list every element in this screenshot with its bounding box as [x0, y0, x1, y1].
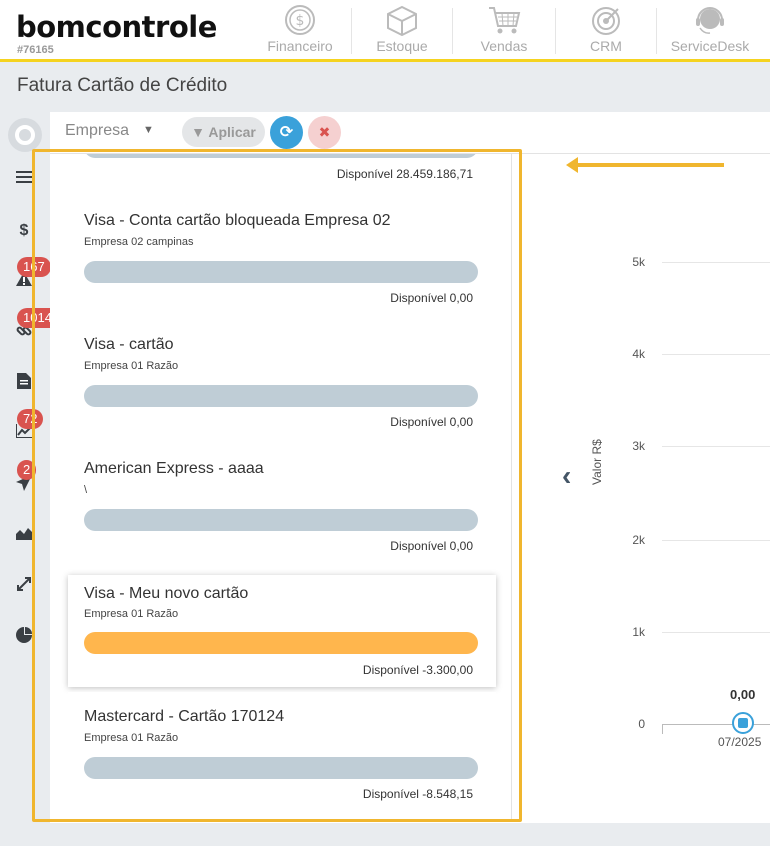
usage-bar: [84, 261, 478, 283]
nav-label: CRM: [590, 38, 622, 54]
available-amount: Disponível -3.300,00: [362, 663, 473, 677]
nav-estoque[interactable]: Estoque: [368, 4, 436, 58]
nav-label: Vendas: [480, 38, 528, 54]
y-axis-label: Valor R$: [590, 439, 604, 485]
expand-icon[interactable]: [14, 577, 34, 597]
card-item[interactable]: Visa - Conta cartão bloqueada Empresa 02…: [68, 196, 496, 314]
card-item[interactable]: American Express - aaaa \ Disponível 0,0…: [68, 444, 496, 562]
bar-marker[interactable]: [732, 712, 754, 734]
nav-servicedesk[interactable]: ServiceDesk: [668, 4, 752, 58]
apply-label: Aplicar: [208, 124, 256, 140]
grid-line: [662, 446, 770, 447]
card-name: American Express - aaaa: [84, 460, 264, 477]
title-bar: Fatura Cartão de Crédito: [0, 65, 770, 112]
arrow-shaft: [574, 163, 724, 167]
card-list[interactable]: Disponível 28.459.186,71 Visa - Conta ca…: [52, 154, 512, 819]
card-item-selected[interactable]: Visa - Meu novo cartão Empresa 01 Razão …: [68, 575, 496, 687]
empresa-select[interactable]: Empresa: [65, 122, 129, 140]
card-company: \: [84, 484, 88, 496]
available-amount: Disponível 0,00: [390, 539, 473, 553]
brand-logo[interactable]: bomcontrole: [16, 12, 217, 42]
grid-line: [662, 632, 770, 633]
available-amount: Disponível -8.548,15: [362, 787, 473, 801]
usage-bar: [84, 757, 478, 779]
usage-bar: [84, 385, 478, 407]
svg-text:$: $: [296, 13, 305, 29]
nav-label: Financeiro: [267, 38, 333, 54]
box-icon: [387, 5, 417, 36]
card-item[interactable]: Disponível 28.459.186,71: [68, 154, 496, 184]
reports-badge: 72: [17, 409, 44, 429]
card-company: Empresa 01 Razão: [84, 732, 179, 744]
invoice-chart: ‹ Valor R$ 5k 4k 3k 2k 1k 0 0,00 07/2025: [530, 155, 770, 823]
available-amount: Disponível 0,00: [390, 415, 473, 429]
card-item[interactable]: Mastercard - Cartão 170124 Empresa 01 Ra…: [68, 692, 496, 810]
grid-line: [662, 540, 770, 541]
usage-bar: [84, 154, 478, 158]
filter-bar: Empresa ▼ ▼ Aplicar ⟳ ✖: [50, 112, 770, 154]
dollar-icon[interactable]: $: [14, 221, 34, 241]
nav-crm[interactable]: CRM: [572, 4, 640, 58]
card-name: Mastercard - Cartão 170124: [84, 708, 285, 725]
grid-line: [662, 354, 770, 355]
refresh-icon: ⟳: [279, 124, 294, 141]
top-header: bomcontrole #76165 $ Financeiro Estoque …: [0, 0, 770, 62]
apply-filter-button[interactable]: ▼ Aplicar: [182, 117, 265, 147]
sent-badge: 2: [17, 460, 37, 480]
y-tick: 1k: [632, 625, 645, 639]
page-title: Fatura Cartão de Crédito: [17, 75, 228, 96]
available-amount: Disponível 28.459.186,71: [336, 167, 473, 181]
nav-vendas[interactable]: Vendas: [470, 4, 538, 58]
nav-divider: [656, 8, 657, 54]
clear-filter-button[interactable]: ✖: [308, 116, 341, 149]
chevron-down-icon[interactable]: ▼: [143, 124, 154, 136]
x-tick: 07/2025: [718, 735, 762, 749]
left-sidebar: $ 167 10143 72 2: [0, 112, 66, 823]
dollar-coin-icon: $: [285, 5, 315, 35]
nav-divider: [555, 8, 556, 54]
nav-label: ServiceDesk: [670, 38, 750, 54]
y-tick: 5k: [632, 255, 645, 269]
nav-label: Estoque: [376, 38, 428, 54]
brand-mark-icon: [15, 125, 35, 145]
data-label: 0,00: [730, 687, 756, 702]
card-name: Visa - cartão: [84, 336, 174, 353]
usage-bar: [84, 632, 478, 654]
card-company: Empresa 01 Razão: [84, 608, 179, 620]
refresh-button[interactable]: ⟳: [270, 116, 303, 149]
card-item[interactable]: Visa - cartão Empresa 01 Razão Disponíve…: [68, 320, 496, 438]
card-name: Visa - Conta cartão bloqueada Empresa 02: [84, 212, 391, 229]
y-tick: 2k: [632, 533, 645, 547]
menu-list-icon[interactable]: [14, 170, 34, 190]
area-chart-icon[interactable]: [14, 526, 34, 546]
nav-financeiro[interactable]: $ Financeiro: [266, 4, 334, 58]
sidebar-toggle-button[interactable]: [8, 118, 42, 152]
document-icon[interactable]: [14, 373, 34, 393]
filter-icon: ▼: [191, 124, 209, 140]
grid-line: [662, 262, 770, 263]
card-company: Empresa 01 Razão: [84, 360, 179, 372]
account-number: #76165: [17, 44, 54, 56]
card-name: Visa - Meu novo cartão: [84, 585, 249, 602]
alerts-badge: 167: [17, 257, 51, 277]
card-company: Empresa 02 campinas: [84, 236, 194, 248]
usage-bar: [84, 509, 478, 531]
y-tick: 4k: [632, 347, 645, 361]
headset-icon: [696, 7, 724, 34]
available-amount: Disponível 0,00: [390, 291, 473, 305]
pie-chart-icon[interactable]: [14, 627, 34, 647]
y-tick: 0: [638, 717, 645, 731]
target-icon: [592, 7, 620, 35]
y-tick: 3k: [632, 439, 645, 453]
close-icon: ✖: [318, 124, 331, 140]
chevron-left-icon[interactable]: ‹: [562, 460, 571, 492]
nav-divider: [351, 8, 352, 54]
nav-divider: [452, 8, 453, 54]
cart-icon: [489, 7, 521, 34]
x-axis-tick: [662, 724, 663, 734]
